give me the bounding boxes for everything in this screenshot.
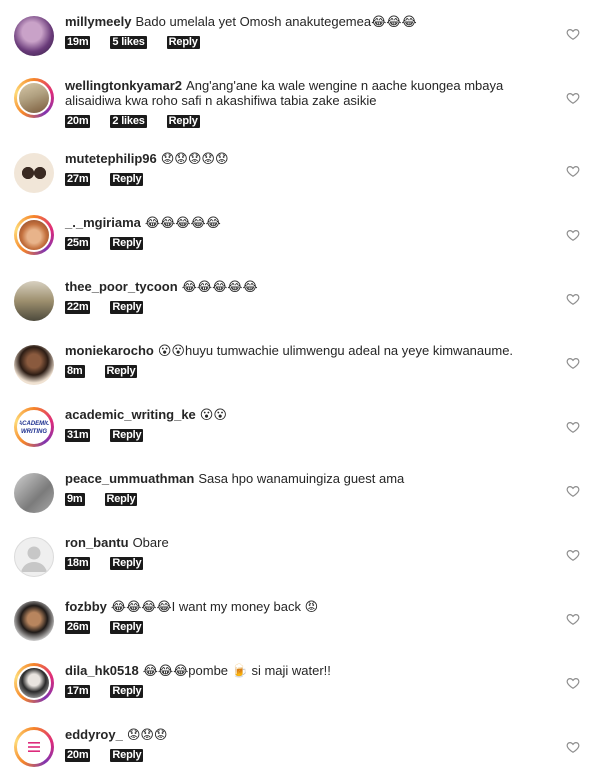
heart-outline-icon[interactable] — [566, 612, 580, 626]
hamburger-menu-icon — [28, 742, 40, 752]
reply-button[interactable]: Reply — [110, 684, 144, 698]
heart-outline-icon[interactable] — [566, 484, 580, 498]
avatar[interactable] — [14, 215, 54, 255]
academic-writing-logo: ACADEMIC WRITING — [19, 421, 49, 435]
heart-outline-icon[interactable] — [566, 292, 580, 306]
comment-item: _._mgiriama 😂😂😂😂😂 25m Reply — [0, 215, 600, 265]
comments-list: millymeely Bado umelala yet Omosh anakute… — [0, 0, 600, 780]
comment-text: 😂😂😂😂😂 — [144, 215, 221, 230]
reply-button[interactable]: Reply — [110, 428, 144, 442]
comment-item: thee_poor_tycoon 😂😂😂😂😂 22m Reply — [0, 279, 600, 329]
comment-text: Obare — [132, 535, 169, 550]
comment-text: 😂😂😂pombe 🍺 si maji water!! — [142, 663, 331, 678]
comment-text: Bado umelala yet Omosh anakutegemea😂😂😂 — [135, 14, 417, 29]
comment-time: 31m — [65, 428, 91, 442]
comment-username[interactable]: moniekarocho — [65, 343, 154, 358]
comment-text: 😂😂😂😂I want my money back 😡 — [110, 599, 319, 614]
avatar[interactable] — [14, 663, 54, 703]
comment-item: mutetephilip96 😟😟😟😟😟 27m Reply — [0, 151, 600, 201]
comment-time: 22m — [65, 300, 91, 314]
heart-outline-icon[interactable] — [566, 740, 580, 754]
heart-outline-icon[interactable] — [566, 676, 580, 690]
comment-time: 20m — [65, 114, 91, 128]
heart-outline-icon[interactable] — [566, 228, 580, 242]
avatar[interactable] — [14, 281, 54, 321]
comment-item: ACADEMIC WRITING academic_writing_ke 😮😮 3… — [0, 407, 600, 457]
comment-username[interactable]: mutetephilip96 — [65, 151, 157, 166]
avatar[interactable]: ACADEMIC WRITING — [14, 407, 54, 447]
heart-outline-icon[interactable] — [566, 91, 580, 105]
comment-username[interactable]: fozbby — [65, 599, 107, 614]
reply-button[interactable]: Reply — [104, 492, 138, 506]
comment-username[interactable]: millymeely — [65, 14, 132, 29]
avatar[interactable] — [14, 537, 54, 577]
comment-text: 😟😟😟😟😟 — [160, 151, 229, 166]
comment-item: fozbby 😂😂😂😂I want my money back 😡 26m Rep… — [0, 599, 600, 649]
comment-time: 27m — [65, 172, 91, 186]
heart-outline-icon[interactable] — [566, 164, 580, 178]
comment-time: 18m — [65, 556, 91, 570]
heart-outline-icon[interactable] — [566, 548, 580, 562]
reply-button[interactable]: Reply — [110, 236, 144, 250]
reply-button[interactable]: Reply — [110, 556, 144, 570]
comment-text: 😮😮huyu tumwachie ulimwengu adeal na yeye… — [157, 343, 514, 358]
comment-text: 😂😂😂😂😂 — [181, 279, 258, 294]
comment-item: wellingtonkyamar2 Ang'ang'ane ka wale wen… — [0, 78, 600, 134]
comment-item: peace_ummuathman Sasa hpo wanamuingiza gu… — [0, 471, 600, 521]
reply-button[interactable]: Reply — [166, 35, 200, 49]
comment-username[interactable]: academic_writing_ke — [65, 407, 196, 422]
comment-username[interactable]: dila_hk0518 — [65, 663, 139, 678]
comment-item: ron_bantu Obare 18m Reply — [0, 535, 600, 585]
default-avatar-icon — [21, 546, 47, 572]
heart-outline-icon[interactable] — [566, 27, 580, 41]
comment-username[interactable]: eddyroy_ — [65, 727, 123, 742]
avatar[interactable] — [14, 345, 54, 385]
avatar[interactable] — [14, 727, 54, 767]
avatar[interactable] — [14, 153, 54, 193]
comment-time: 19m — [65, 35, 91, 49]
comment-time: 26m — [65, 620, 91, 634]
comment-likes[interactable]: 5 likes — [110, 35, 147, 49]
reply-button[interactable]: Reply — [110, 748, 144, 762]
comment-time: 9m — [65, 492, 85, 506]
comment-item: dila_hk0518 😂😂😂pombe 🍺 si maji water!! 17… — [0, 663, 600, 713]
comment-item: millymeely Bado umelala yet Omosh anakute… — [0, 14, 600, 64]
heart-outline-icon[interactable] — [566, 420, 580, 434]
comment-likes[interactable]: 2 likes — [110, 114, 147, 128]
logo-line-2: WRITING — [21, 429, 47, 435]
comment-time: 20m — [65, 748, 91, 762]
comment-username[interactable]: ron_bantu — [65, 535, 129, 550]
reply-button[interactable]: Reply — [110, 300, 144, 314]
comment-item: eddyroy_ 😟😟😟 20m Reply — [0, 727, 600, 777]
avatar[interactable] — [14, 16, 54, 56]
avatar[interactable] — [14, 473, 54, 513]
comment-text: Sasa hpo wanamuingiza guest ama — [198, 471, 405, 486]
comment-item: moniekarocho 😮😮huyu tumwachie ulimwengu a… — [0, 343, 600, 393]
logo-line-1: ACADEMIC — [19, 421, 49, 427]
comment-username[interactable]: _._mgiriama — [65, 215, 141, 230]
reply-button[interactable]: Reply — [110, 620, 144, 634]
comment-text: 😮😮 — [199, 407, 227, 422]
avatar[interactable] — [14, 78, 54, 118]
avatar[interactable] — [14, 601, 54, 641]
comment-time: 25m — [65, 236, 91, 250]
comment-time: 17m — [65, 684, 91, 698]
comment-username[interactable]: wellingtonkyamar2 — [65, 78, 182, 93]
comment-username[interactable]: peace_ummuathman — [65, 471, 194, 486]
reply-button[interactable]: Reply — [166, 114, 200, 128]
reply-button[interactable]: Reply — [104, 364, 138, 378]
comment-text: 😟😟😟 — [126, 727, 168, 742]
comment-username[interactable]: thee_poor_tycoon — [65, 279, 178, 294]
reply-button[interactable]: Reply — [110, 172, 144, 186]
heart-outline-icon[interactable] — [566, 356, 580, 370]
comment-time: 8m — [65, 364, 85, 378]
